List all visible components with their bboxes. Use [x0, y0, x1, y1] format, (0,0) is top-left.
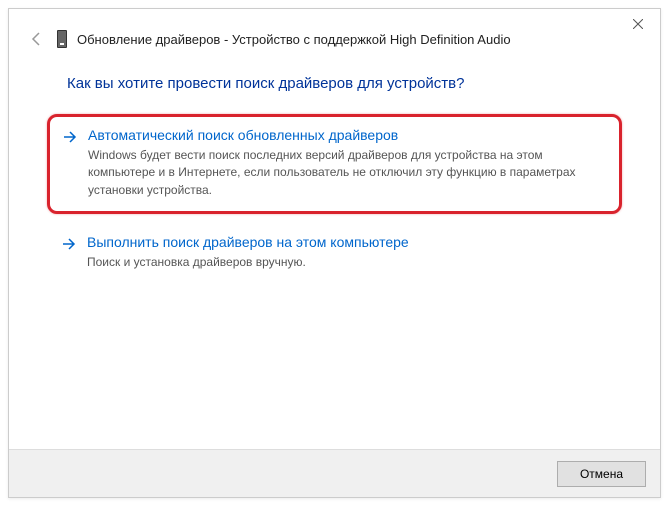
options-list: Автоматический поиск обновленных драйвер…: [9, 114, 660, 286]
cancel-button[interactable]: Отмена: [557, 461, 646, 487]
back-arrow-icon: [29, 31, 45, 47]
option-title: Выполнить поиск драйверов на этом компью…: [87, 234, 608, 250]
close-button[interactable]: [615, 9, 660, 39]
arrow-right-icon: [62, 129, 78, 199]
dialog-window: Обновление драйверов - Устройство с подд…: [8, 8, 661, 498]
device-icon: [57, 30, 67, 48]
option-text: Выполнить поиск драйверов на этом компью…: [87, 234, 608, 271]
option-text: Автоматический поиск обновленных драйвер…: [88, 127, 607, 199]
footer: Отмена: [9, 449, 660, 497]
back-button[interactable]: [27, 29, 47, 49]
header: Обновление драйверов - Устройство с подд…: [9, 9, 660, 49]
page-heading: Как вы хотите провести поиск драйверов д…: [9, 49, 660, 114]
option-desc: Windows будет вести поиск последних верс…: [88, 147, 607, 199]
option-desc: Поиск и установка драйверов вручную.: [87, 254, 608, 271]
option-manual-search[interactable]: Выполнить поиск драйверов на этом компью…: [47, 222, 622, 285]
close-icon: [633, 19, 643, 29]
window-title: Обновление драйверов - Устройство с подд…: [77, 32, 511, 47]
option-auto-search[interactable]: Автоматический поиск обновленных драйвер…: [47, 114, 622, 214]
arrow-right-icon: [61, 236, 77, 271]
option-title: Автоматический поиск обновленных драйвер…: [88, 127, 607, 143]
